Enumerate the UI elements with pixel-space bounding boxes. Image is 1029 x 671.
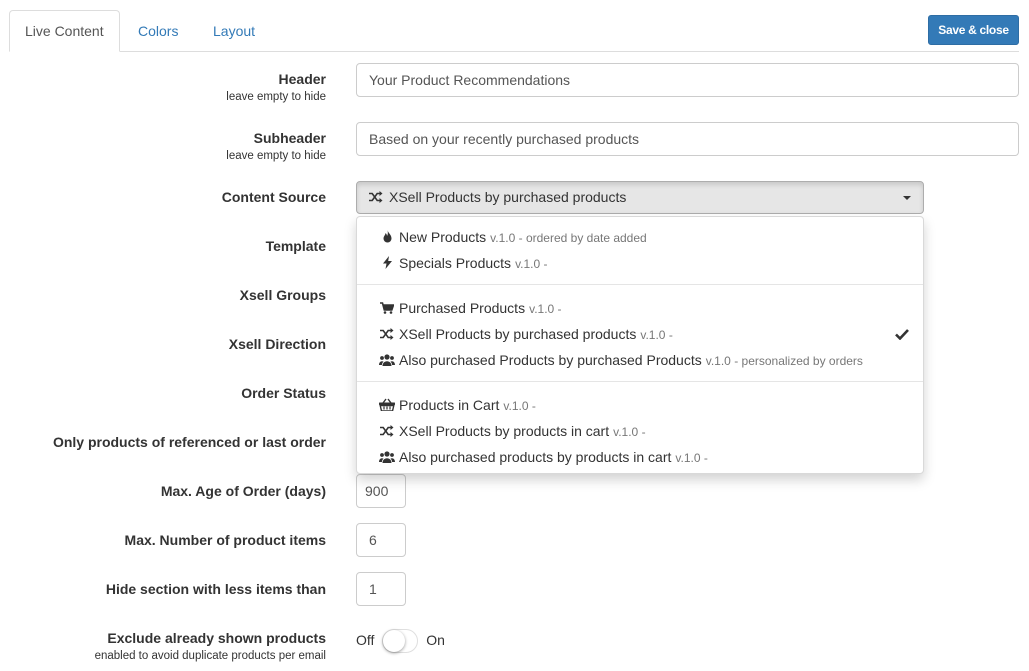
dropdown-item-name: New Products (399, 229, 487, 245)
dropdown-item-name: XSell Products by products in cart (399, 423, 610, 439)
template-label-group: Template (266, 238, 326, 254)
order-status-label-group: Order Status (241, 385, 326, 401)
subheader-label-group: Subheader leave empty to hide (226, 130, 326, 162)
dropdown-item-new-products[interactable]: New Products v.1.0 - ordered by date adde… (357, 225, 923, 249)
dropdown-item-meta: v.1.0 - personalized by orders (705, 354, 863, 368)
max-items-label: Max. Number of product items (124, 532, 326, 548)
dropdown-divider (357, 381, 923, 382)
max-items-input[interactable] (356, 523, 406, 557)
xsell-direction-label: Xsell Direction (228, 336, 326, 352)
dropdown-item-also-purchased-cart[interactable]: Also purchased products by products in c… (357, 445, 923, 469)
dropdown-item-meta: v.1.0 - (675, 451, 708, 465)
save-close-button[interactable]: Save & close (928, 15, 1019, 45)
header-label: Header (278, 71, 326, 87)
tab-live-content[interactable]: Live Content (9, 10, 120, 52)
xsell-groups-label: Xsell Groups (239, 287, 326, 303)
basket-icon (379, 394, 395, 418)
xsell-direction-label-group: Xsell Direction (229, 336, 326, 352)
tab-layout[interactable]: Layout (213, 10, 255, 52)
dropdown-item-meta: v.1.0 - (515, 257, 548, 271)
exclude-shown-toggle-group: Off On (356, 627, 445, 654)
only-referenced-label: Only products of referenced or last orde… (52, 434, 326, 450)
dropdown-item-xsell-purchased[interactable]: XSell Products by purchased products v.1.… (357, 322, 923, 346)
content-source-label-group: Content Source (222, 189, 326, 205)
random-icon (379, 420, 395, 444)
exclude-shown-label-group: Exclude already shown products enabled t… (95, 630, 326, 662)
max-age-label-group: Max. Age of Order (days) (161, 483, 326, 499)
hide-less-label: Hide section with less items than (105, 581, 326, 597)
exclude-shown-switch[interactable] (382, 629, 419, 654)
dropdown-item-xsell-cart[interactable]: XSell Products by products in cart v.1.0 … (357, 419, 923, 443)
tab-colors[interactable]: Colors (138, 10, 178, 52)
content-source-dropdown: New Products v.1.0 - ordered by date adde… (356, 216, 924, 474)
header-help: leave empty to hide (226, 91, 326, 103)
dropdown-item-products-in-cart[interactable]: Products in Cart v.1.0 - (357, 393, 923, 417)
users-icon (379, 446, 395, 470)
exclude-shown-help: enabled to avoid duplicate products per … (94, 650, 326, 662)
random-icon (379, 323, 395, 347)
dropdown-item-name: XSell Products by purchased products (399, 326, 637, 342)
dropdown-item-name: Products in Cart (399, 397, 500, 413)
switch-knob (383, 630, 406, 653)
dropdown-item-name: Purchased Products (399, 300, 526, 316)
fire-icon (379, 226, 395, 250)
toggle-on-label: On (426, 632, 445, 648)
users-icon (379, 349, 395, 373)
random-icon (369, 182, 385, 213)
header-label-group: Header leave empty to hide (226, 71, 326, 103)
only-referenced-label-group: Only products of referenced or last orde… (53, 434, 326, 450)
max-items-label-group: Max. Number of product items (125, 532, 326, 548)
dropdown-item-also-purchased-purchased[interactable]: Also purchased Products by purchased Pro… (357, 348, 923, 372)
toggle-off-label: Off (356, 632, 375, 648)
checkmark-icon (895, 322, 909, 348)
exclude-shown-label: Exclude already shown products (107, 630, 326, 646)
dropdown-item-name: Also purchased products by products in c… (399, 449, 672, 465)
template-label: Template (265, 238, 326, 254)
dropdown-item-meta: v.1.0 - ordered by date added (490, 231, 647, 245)
dropdown-item-meta: v.1.0 - (613, 425, 646, 439)
order-status-label: Order Status (241, 385, 326, 401)
content-source-label: Content Source (221, 189, 326, 205)
tab-bar: Live Content Colors Layout (0, 0, 1029, 52)
xsell-groups-label-group: Xsell Groups (240, 287, 326, 303)
caret-down-icon (903, 196, 911, 200)
dropdown-item-purchased-products[interactable]: Purchased Products v.1.0 - (357, 296, 923, 320)
dropdown-item-specials-products[interactable]: Specials Products v.1.0 - (357, 251, 923, 275)
max-age-label: Max. Age of Order (days) (160, 483, 326, 499)
dropdown-item-name: Also purchased Products by purchased Pro… (399, 352, 702, 368)
content-source-select[interactable]: XSell Products by purchased products (356, 181, 924, 214)
hide-less-label-group: Hide section with less items than (106, 581, 326, 597)
hide-less-input[interactable] (356, 572, 406, 606)
shopping-cart-icon (379, 297, 395, 321)
content-source-value: XSell Products by purchased products (389, 189, 627, 205)
subheader-input[interactable] (356, 122, 1019, 156)
header-input[interactable] (356, 63, 1019, 97)
max-age-input[interactable] (356, 474, 406, 508)
flash-icon (379, 252, 395, 276)
dropdown-divider (357, 284, 923, 285)
dropdown-item-meta: v.1.0 - (529, 302, 562, 316)
dropdown-item-name: Specials Products (399, 255, 512, 271)
subheader-help: leave empty to hide (226, 150, 326, 162)
subheader-label: Subheader (253, 130, 326, 146)
dropdown-item-meta: v.1.0 - (640, 328, 673, 342)
dropdown-item-meta: v.1.0 - (503, 399, 536, 413)
